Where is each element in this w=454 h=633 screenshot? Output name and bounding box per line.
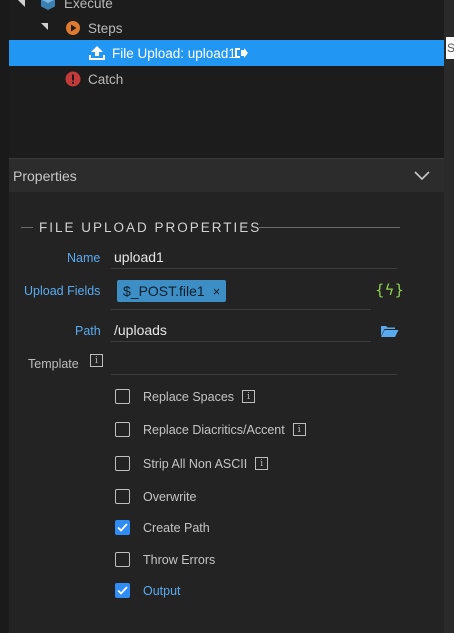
checkbox[interactable] — [115, 389, 130, 404]
option-output[interactable]: Output — [115, 583, 181, 598]
option-label: Overwrite — [143, 489, 197, 504]
dynamic-data-icon[interactable]: {ϟ} — [375, 281, 404, 299]
option-overwrite[interactable]: Overwrite — [115, 489, 196, 504]
name-label: Name — [67, 251, 101, 265]
adjacent-panel-edge: S — [446, 37, 454, 59]
play-circle-icon — [66, 21, 80, 35]
adjacent-panel-text: S — [447, 41, 454, 55]
tree-item-label: File Upload: upload1 — [112, 46, 236, 61]
option-replace-diacritics[interactable]: Replace Diacritics/Accent i — [115, 422, 306, 437]
checkbox[interactable] — [115, 489, 130, 504]
properties-panel-body: FILE UPLOAD PROPERTIES Name upload1 Uplo… — [9, 192, 444, 633]
tree-item-steps[interactable]: Steps — [9, 15, 444, 41]
option-replace-spaces[interactable]: Replace Spaces i — [115, 389, 256, 404]
info-icon[interactable]: i — [90, 354, 103, 367]
error-icon — [65, 71, 81, 87]
section-rule-left — [21, 227, 33, 228]
expand-triangle-icon[interactable] — [18, 0, 25, 7]
chip-remove-icon[interactable]: × — [213, 284, 221, 299]
section-rule-right — [259, 227, 400, 228]
name-underline — [111, 268, 397, 269]
tree-item-execute[interactable]: Execute — [9, 0, 444, 16]
option-create-path[interactable]: Create Path — [115, 520, 210, 535]
upload-field-chip[interactable]: $_POST.file1 × — [117, 280, 227, 302]
section-title: FILE UPLOAD PROPERTIES — [39, 220, 262, 235]
right-panel-edge: S — [444, 0, 454, 633]
option-label: Create Path — [143, 520, 210, 535]
option-label: Replace Diacritics/Accent — [143, 422, 285, 437]
option-label: Strip All Non ASCII — [143, 456, 248, 471]
checkbox[interactable] — [115, 583, 130, 598]
name-input[interactable]: upload1 — [114, 249, 164, 265]
tree-item-label: Steps — [88, 21, 123, 36]
checkbox[interactable] — [115, 520, 130, 535]
template-underline — [111, 374, 397, 375]
path-label: Path — [75, 324, 101, 338]
upload-fields-underline — [111, 309, 371, 310]
template-label: Template — [28, 357, 79, 371]
info-icon[interactable]: i — [255, 457, 269, 470]
checkmark-icon — [117, 523, 128, 532]
tree-item-catch[interactable]: Catch — [9, 66, 444, 92]
option-label: Throw Errors — [143, 552, 216, 567]
tree-item-file-upload[interactable]: File Upload: upload1 — [9, 40, 444, 66]
option-label: Replace Spaces — [143, 389, 235, 404]
path-input[interactable]: /uploads — [114, 322, 167, 338]
checkbox[interactable] — [115, 552, 130, 567]
path-underline — [111, 341, 371, 342]
option-label: Output — [143, 583, 181, 598]
expand-triangle-icon[interactable] — [41, 23, 48, 30]
left-gutter — [0, 0, 9, 633]
properties-panel-header[interactable]: Properties — [9, 158, 444, 192]
info-icon[interactable]: i — [292, 423, 306, 436]
upload-icon — [89, 46, 105, 60]
chip-label: $_POST.file1 — [123, 283, 205, 299]
upload-fields-label: Upload Fields — [24, 284, 101, 298]
chevron-down-icon[interactable] — [414, 171, 430, 181]
exit-icon — [235, 48, 248, 58]
option-strip-non-ascii[interactable]: Strip All Non ASCII i — [115, 456, 269, 471]
step-tree: Execute Steps File Upload: upload1 Catch — [9, 0, 444, 158]
info-icon[interactable]: i — [242, 390, 256, 403]
checkbox[interactable] — [115, 456, 130, 471]
folder-open-icon[interactable] — [380, 324, 399, 338]
cube-icon — [41, 0, 55, 10]
properties-title: Properties — [13, 167, 77, 184]
tree-item-label: Execute — [64, 0, 113, 11]
option-throw-errors[interactable]: Throw Errors — [115, 552, 215, 567]
checkbox[interactable] — [115, 422, 130, 437]
tree-item-label: Catch — [88, 72, 124, 87]
checkmark-icon — [117, 586, 128, 595]
